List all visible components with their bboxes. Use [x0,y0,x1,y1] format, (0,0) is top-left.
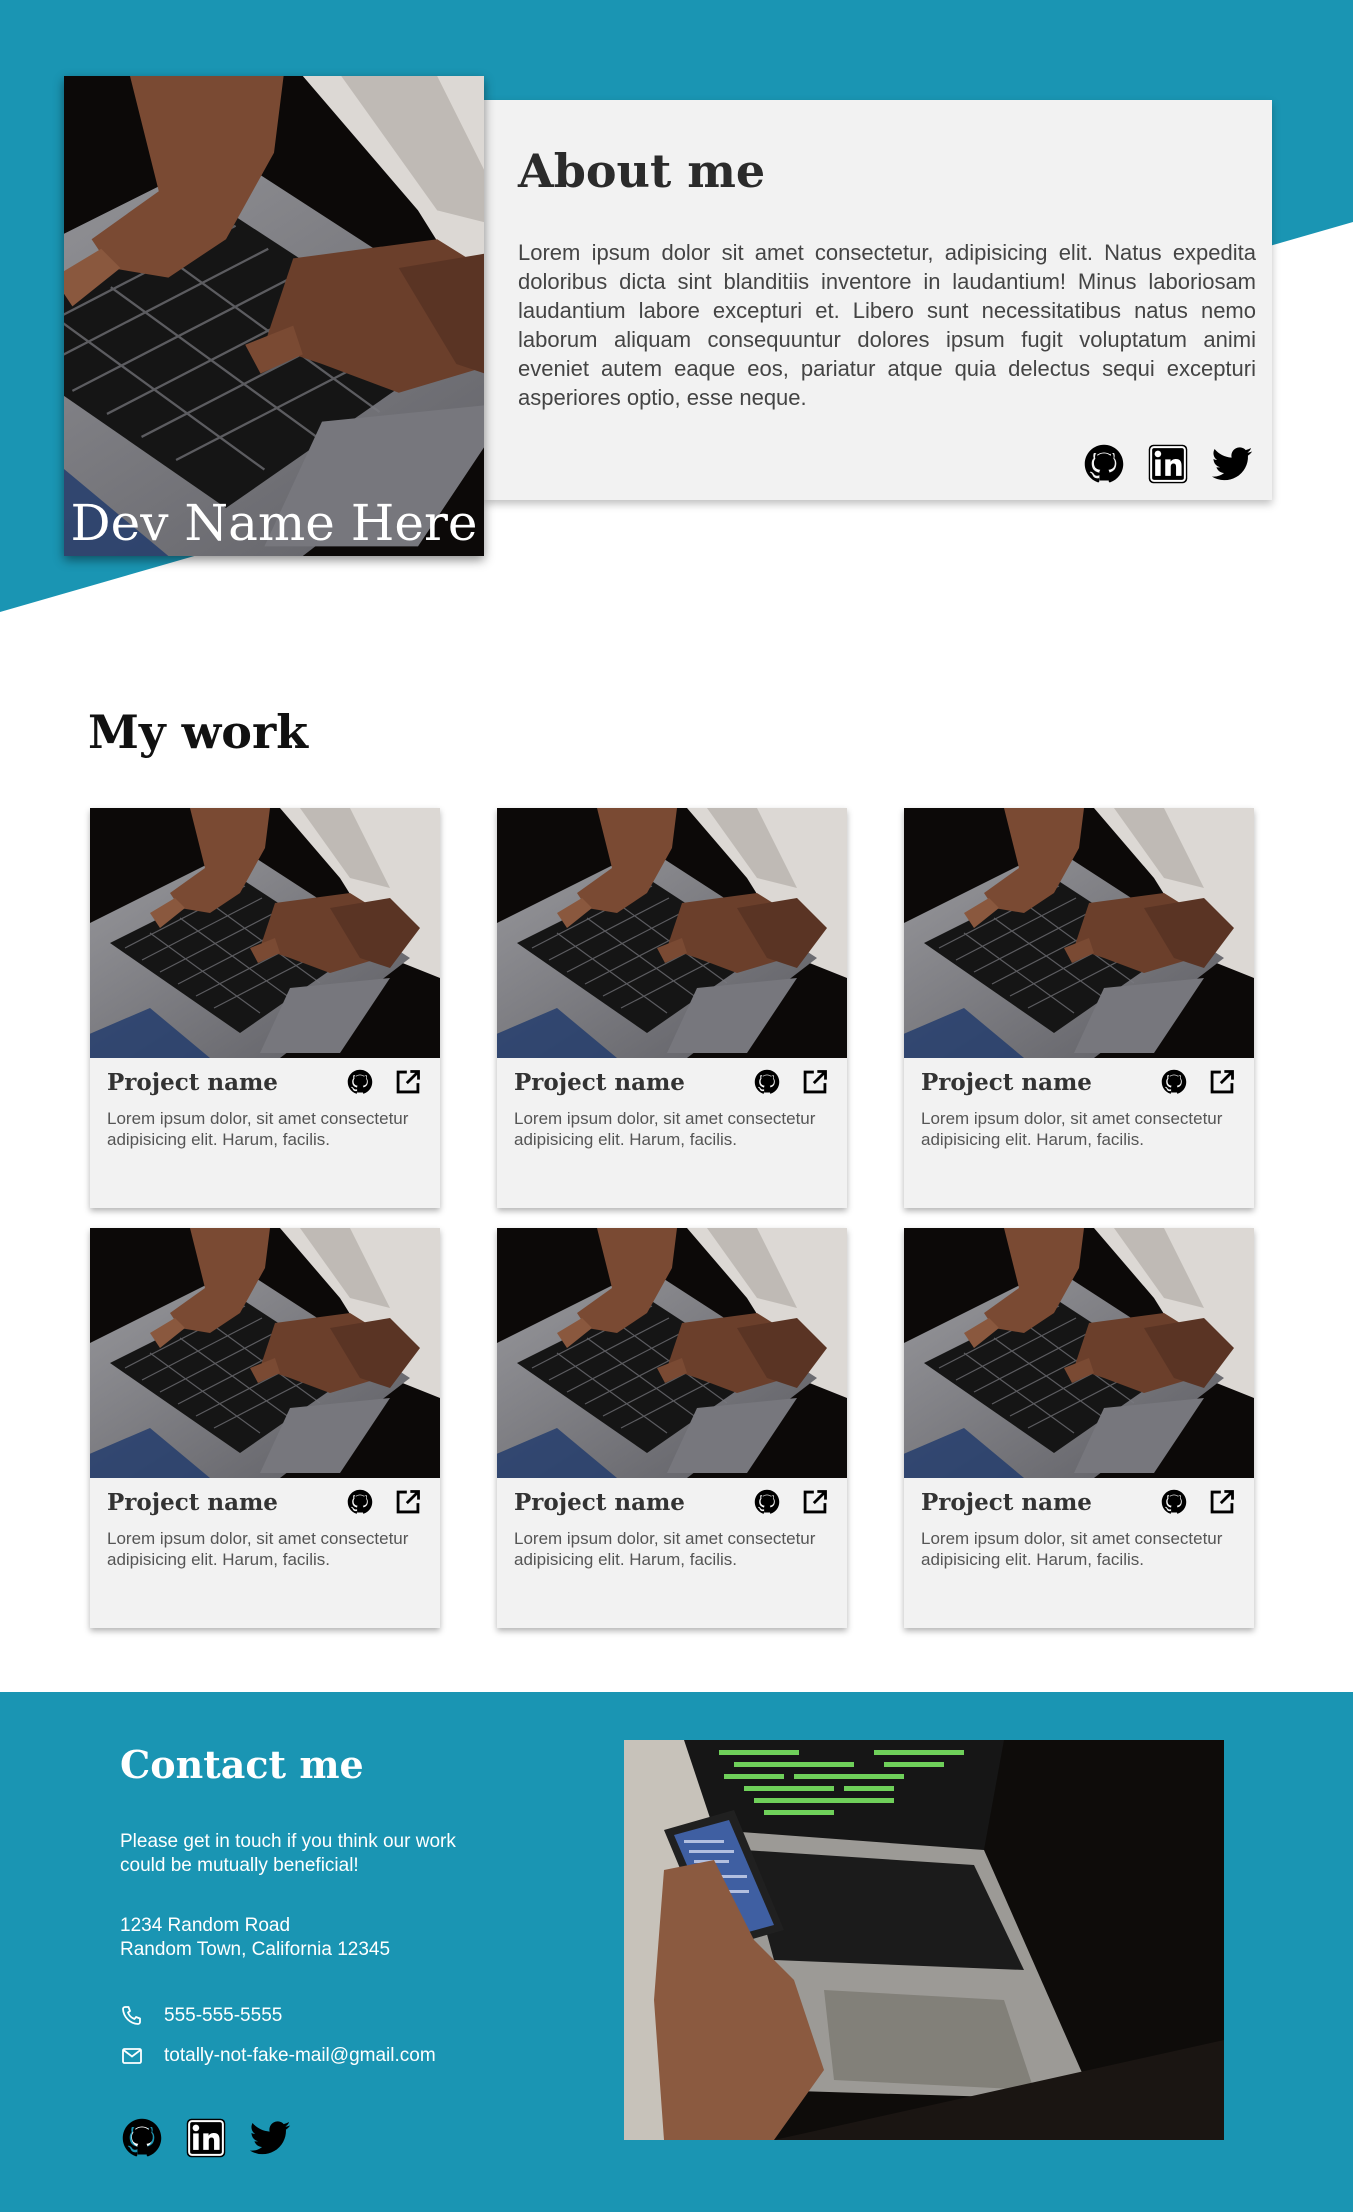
github-icon[interactable] [753,1068,781,1096]
about-text: Lorem ipsum dolor sit amet consectetur, … [518,240,1256,410]
address-line-1: 1234 Random Road [120,1915,291,1936]
project-card: Project name Lorem ipsum dolor, sit amet… [497,808,847,1208]
twitter-icon[interactable] [248,2116,292,2160]
project-card: Project name Lorem ipsum dolor, sit amet… [90,1228,440,1628]
project-grid: Project name Lorem ipsum dolor, sit amet… [90,808,1254,1628]
github-icon[interactable] [346,1068,374,1096]
project-description: Lorem ipsum dolor, sit amet consectetur … [921,1109,1223,1149]
project-name: Project name [514,1068,685,1096]
project-photo [497,808,847,1058]
project-card: Project name Lorem ipsum dolor, sit amet… [904,808,1254,1208]
external-link-icon[interactable] [1208,1488,1236,1516]
external-link-icon[interactable] [394,1068,422,1096]
linkedin-icon[interactable] [1146,442,1190,486]
twitter-icon[interactable] [1210,442,1254,486]
about-social-links [1082,442,1254,486]
project-links [753,1068,829,1096]
about-card: About me Lorem ipsum dolor sit amet cons… [484,100,1272,500]
project-header: Project name [497,1478,847,1516]
github-icon[interactable] [1160,1488,1188,1516]
contact-title: Contact me [120,1742,364,1787]
github-icon[interactable] [753,1488,781,1516]
project-header: Project name [90,1478,440,1516]
project-description: Lorem ipsum dolor, sit amet consectetur … [921,1529,1223,1569]
dev-name: Dev Name Here [70,494,478,552]
github-icon[interactable] [120,2116,164,2160]
external-link-icon[interactable] [801,1068,829,1096]
external-link-icon[interactable] [801,1488,829,1516]
project-card: Project name Lorem ipsum dolor, sit amet… [497,1228,847,1628]
project-photo [904,808,1254,1058]
contact-email[interactable]: totally-not-fake-mail@gmail.com [120,2044,436,2068]
project-links [346,1488,422,1516]
github-icon[interactable] [346,1488,374,1516]
project-description: Lorem ipsum dolor, sit amet consectetur … [107,1529,409,1569]
project-photo [904,1228,1254,1478]
project-description: Lorem ipsum dolor, sit amet consectetur … [514,1109,816,1149]
project-name: Project name [107,1488,278,1516]
project-description: Lorem ipsum dolor, sit amet consectetur … [514,1529,816,1569]
project-header: Project name [904,1058,1254,1096]
phone-icon [122,2006,141,2025]
contact-social-links [120,2116,292,2160]
project-photo [90,808,440,1058]
phone-number: 555-555-5555 [164,2005,283,2026]
contact-address: 1234 Random Road Random Town, California… [120,1914,390,1962]
email-address: totally-not-fake-mail@gmail.com [164,2045,436,2066]
about-title: About me [518,144,766,198]
project-description: Lorem ipsum dolor, sit amet consectetur … [107,1109,409,1149]
project-header: Project name [497,1058,847,1096]
project-card: Project name Lorem ipsum dolor, sit amet… [90,808,440,1208]
mail-icon [122,2048,142,2064]
project-name: Project name [921,1068,1092,1096]
project-photo [90,1228,440,1478]
project-header: Project name [904,1478,1254,1516]
project-header: Project name [90,1058,440,1096]
project-links [1160,1488,1236,1516]
contact-photo [624,1740,1224,2140]
project-name: Project name [107,1068,278,1096]
github-icon[interactable] [1160,1068,1188,1096]
contact-intro: Please get in touch if you think our wor… [120,1831,456,1876]
contact-section: Contact me Please get in touch if you th… [0,1692,1353,2212]
external-link-icon[interactable] [394,1488,422,1516]
project-name: Project name [921,1488,1092,1516]
project-links [1160,1068,1236,1096]
linkedin-icon[interactable] [184,2116,228,2160]
project-links [346,1068,422,1096]
work-title: My work [88,705,309,759]
profile-photo [64,76,484,556]
project-links [753,1488,829,1516]
contact-phone[interactable]: 555-555-5555 [120,2004,282,2028]
external-link-icon[interactable] [1208,1068,1236,1096]
project-card: Project name Lorem ipsum dolor, sit amet… [904,1228,1254,1628]
address-line-2: Random Town, California 12345 [120,1939,391,1960]
project-photo [497,1228,847,1478]
github-icon[interactable] [1082,442,1126,486]
project-name: Project name [514,1488,685,1516]
profile-card: Dev Name Here [64,76,484,556]
